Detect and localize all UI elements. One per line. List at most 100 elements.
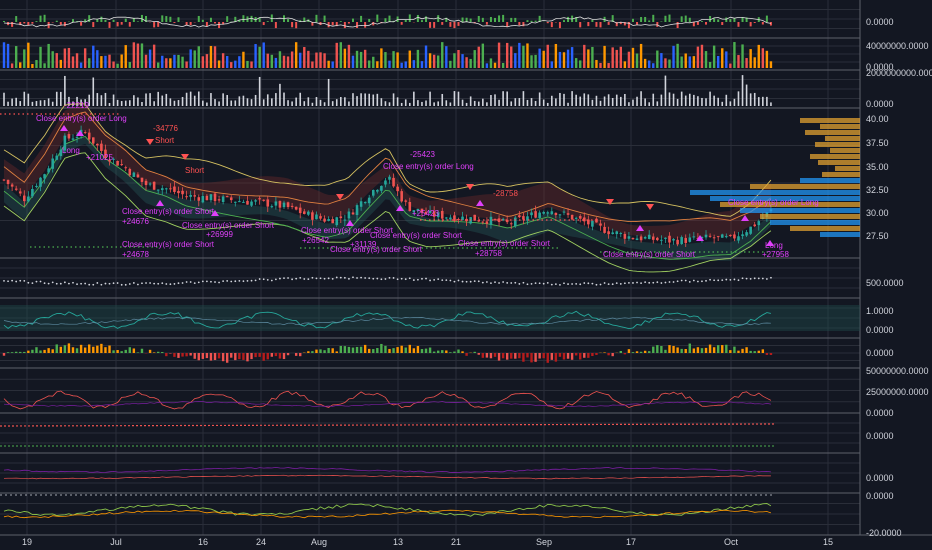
volume-bar (218, 101, 220, 106)
candle-body (124, 167, 128, 169)
histogram-bar (124, 349, 127, 353)
osc-bar (197, 15, 200, 22)
osc-bar (477, 15, 480, 22)
dot-marker (43, 282, 46, 285)
osc-bar (189, 22, 192, 26)
volume-bar (258, 46, 261, 68)
dot-marker (542, 282, 545, 285)
chart-canvas[interactable]: -22219 Close entry(s) order Long Long +2102… (0, 0, 932, 550)
volume-bar (632, 99, 634, 106)
volume-bar (222, 93, 224, 106)
osc-bar (43, 14, 46, 22)
osc-bar (498, 15, 501, 22)
volume-bar (408, 102, 411, 106)
volume-bar (144, 54, 148, 68)
volume-bar (404, 99, 407, 106)
volume-bar (457, 91, 460, 106)
dot-marker (490, 282, 492, 284)
candle-body (128, 168, 132, 176)
volume-bar (392, 51, 395, 68)
candle-body (611, 232, 614, 235)
dot-marker (571, 283, 574, 285)
histogram-bar (404, 347, 407, 353)
volume-bar (640, 91, 642, 106)
volume-bar (35, 101, 38, 106)
histogram-bar (258, 353, 261, 357)
volume-bar (494, 94, 496, 106)
osc-bar (315, 14, 318, 22)
dot-marker (445, 279, 448, 282)
y-tick-label: 2000000000.0000 (866, 68, 932, 78)
osc-bar (494, 17, 497, 22)
dot-marker (709, 278, 711, 281)
volume-bar (364, 93, 366, 106)
volume-bar (55, 91, 58, 106)
candle-body (319, 216, 322, 219)
volume-bar (141, 102, 143, 106)
histogram-bar (721, 345, 724, 353)
histogram-bar (635, 351, 639, 353)
osc-bar (63, 22, 66, 27)
dot-marker (315, 277, 318, 280)
volume-bar (351, 55, 355, 68)
volume-bar (644, 98, 646, 106)
dot-marker (274, 278, 277, 281)
volume-bar (96, 93, 99, 106)
candle-body (266, 199, 270, 207)
histogram-bar (432, 351, 436, 353)
volume-bar (400, 62, 403, 68)
volume-bar (490, 94, 492, 106)
volume-bar (465, 57, 468, 68)
dot-marker (575, 282, 578, 285)
dot-marker (636, 281, 638, 284)
dot-marker (757, 277, 760, 280)
histogram-bar (132, 348, 136, 353)
dot-marker (299, 276, 302, 279)
candle-body (43, 174, 46, 179)
trade-annotation: +27958 (762, 250, 789, 259)
histogram-bar (217, 353, 221, 359)
volume-bar (128, 62, 131, 68)
candle-body (294, 206, 298, 210)
histogram-bar (31, 349, 34, 353)
volume-bar (656, 50, 659, 68)
osc-bar (404, 20, 407, 22)
volume-profile-bar (820, 124, 860, 129)
candle-body (250, 201, 253, 206)
volume-bar (749, 93, 752, 106)
histogram-bar (173, 353, 176, 357)
dot-marker (534, 282, 537, 285)
volume-bar (355, 50, 359, 68)
volume-bar (514, 53, 517, 68)
candle-body (120, 164, 123, 166)
dot-marker (676, 280, 679, 283)
volume-bar (335, 42, 338, 68)
dot-marker (514, 281, 517, 284)
dot-marker (660, 282, 663, 284)
osc-bar (128, 22, 131, 27)
osc-bar (96, 19, 99, 22)
volume-bar (7, 101, 9, 106)
dot-marker (258, 278, 261, 280)
candle-body (737, 236, 740, 241)
histogram-bar (339, 345, 343, 353)
volume-bar (461, 99, 464, 106)
volume-bar (522, 45, 525, 68)
volume-bar (473, 50, 476, 68)
volume-bar (60, 91, 62, 106)
volume-bar (769, 61, 773, 68)
candle-body (14, 188, 18, 190)
dot-marker (197, 281, 200, 284)
volume-profile-bar (810, 154, 860, 159)
dot-marker (729, 278, 732, 281)
histogram-bar (307, 351, 310, 353)
candle-body (749, 226, 752, 234)
osc-bar (664, 15, 667, 22)
dot-marker (295, 277, 298, 280)
volume-bar (429, 91, 431, 106)
volume-profile-bar (825, 136, 860, 141)
candle-body (712, 237, 716, 239)
dot-marker (632, 282, 634, 284)
volume-bar (242, 95, 245, 106)
osc-bar (331, 22, 334, 26)
